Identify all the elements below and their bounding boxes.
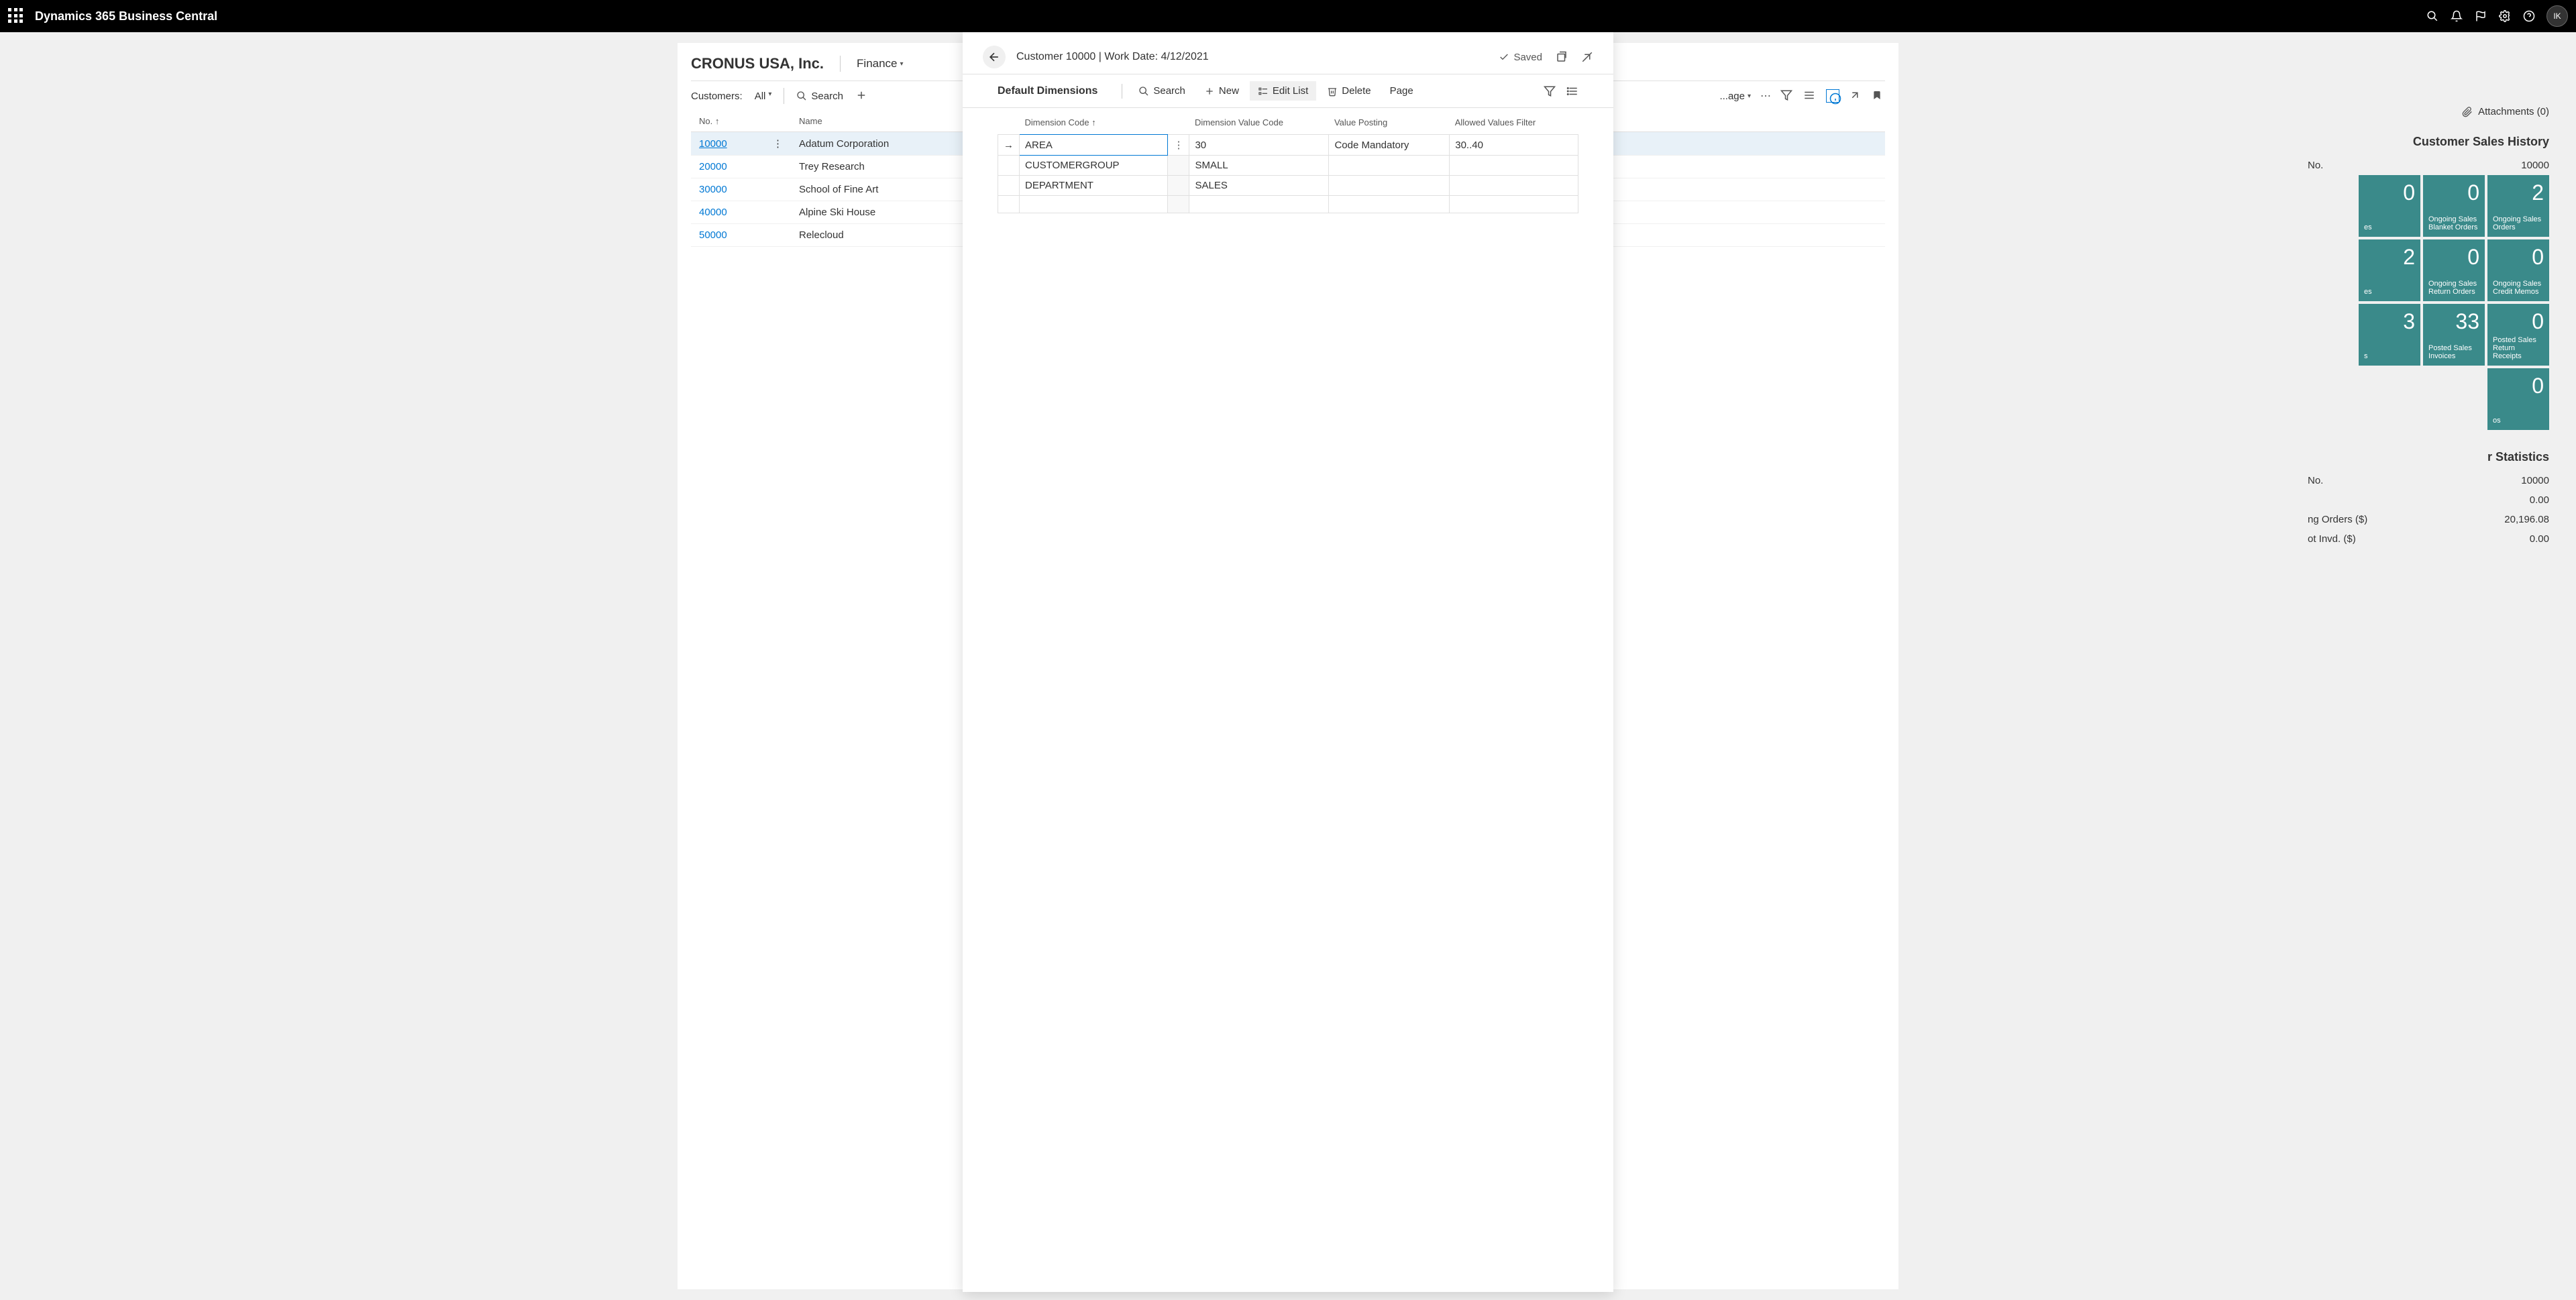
row-more-icon[interactable] — [1168, 196, 1189, 213]
row-more-icon[interactable] — [1168, 176, 1189, 196]
dimension-row[interactable]: DEPARTMENT SALES — [998, 176, 1578, 196]
default-dimensions-dialog: Customer 10000 | Work Date: 4/12/2021 Sa… — [963, 32, 1613, 1292]
saved-indicator: Saved — [1499, 52, 1542, 63]
toolbar-delete-button[interactable]: Delete — [1319, 81, 1379, 101]
dim-value-cell[interactable] — [1189, 196, 1329, 213]
section-title: Default Dimensions — [998, 85, 1097, 97]
dim-code-cell[interactable]: CUSTOMERGROUP — [1020, 156, 1168, 176]
bell-icon[interactable] — [2450, 9, 2463, 23]
row-more-icon[interactable] — [1168, 156, 1189, 176]
col-value-posting[interactable]: Value Posting — [1329, 111, 1450, 135]
search-icon[interactable] — [2426, 9, 2439, 23]
row-arrow-icon[interactable] — [998, 196, 1020, 213]
dim-code-cell[interactable]: DEPARTMENT — [1020, 176, 1168, 196]
allowed-values-cell[interactable]: 30..40 — [1450, 135, 1578, 156]
row-arrow-icon[interactable] — [998, 156, 1020, 176]
col-dim-value[interactable]: Dimension Value Code — [1189, 111, 1329, 135]
row-more-icon[interactable]: ⋮ — [1168, 135, 1189, 156]
help-icon[interactable] — [2522, 9, 2536, 23]
top-bar: Dynamics 365 Business Central IK — [0, 0, 2576, 32]
flag-icon[interactable] — [2474, 9, 2487, 23]
modal-overlay: Customer 10000 | Work Date: 4/12/2021 Sa… — [0, 32, 2576, 1300]
toolbar-filter-icon[interactable] — [1544, 85, 1556, 97]
col-allowed[interactable]: Allowed Values Filter — [1450, 111, 1578, 135]
dim-value-cell[interactable]: 30 — [1189, 135, 1329, 156]
row-arrow-icon[interactable] — [998, 176, 1020, 196]
dialog-title: Customer 10000 | Work Date: 4/12/2021 — [1016, 51, 1209, 63]
dimension-row[interactable] — [998, 196, 1578, 213]
gear-icon[interactable] — [2498, 9, 2512, 23]
app-title: Dynamics 365 Business Central — [35, 9, 217, 23]
value-posting-cell[interactable] — [1329, 176, 1450, 196]
toolbar-edit-list-button[interactable]: Edit List — [1250, 81, 1316, 101]
toolbar-list-icon[interactable] — [1566, 85, 1578, 97]
back-button[interactable] — [983, 46, 1006, 68]
allowed-values-cell[interactable] — [1450, 176, 1578, 196]
app-launcher-icon[interactable] — [8, 8, 24, 24]
value-posting-cell[interactable] — [1329, 196, 1450, 213]
dim-value-cell[interactable]: SMALL — [1189, 156, 1329, 176]
dim-code-cell[interactable] — [1020, 196, 1168, 213]
value-posting-cell[interactable] — [1329, 156, 1450, 176]
dimensions-table: Dimension Code ↑ Dimension Value Code Va… — [998, 111, 1578, 213]
row-arrow-icon[interactable]: → — [998, 135, 1020, 156]
toolbar-search-button[interactable]: Search — [1130, 81, 1193, 101]
dim-value-cell[interactable]: SALES — [1189, 176, 1329, 196]
user-avatar[interactable]: IK — [2546, 5, 2568, 27]
dim-code-cell[interactable]: AREA — [1020, 135, 1168, 156]
allowed-values-cell[interactable] — [1450, 196, 1578, 213]
allowed-values-cell[interactable] — [1450, 156, 1578, 176]
toolbar-new-button[interactable]: New — [1196, 81, 1247, 101]
dimension-row[interactable]: → AREA ⋮ 30 Code Mandatory 30..40 — [998, 135, 1578, 156]
toolbar-page-button[interactable]: Page — [1382, 81, 1421, 101]
dimension-row[interactable]: CUSTOMERGROUP SMALL — [998, 156, 1578, 176]
expand-icon[interactable] — [1581, 51, 1593, 63]
new-window-icon[interactable] — [1556, 51, 1568, 63]
value-posting-cell[interactable]: Code Mandatory — [1329, 135, 1450, 156]
col-dim-code[interactable]: Dimension Code ↑ — [1020, 111, 1168, 135]
